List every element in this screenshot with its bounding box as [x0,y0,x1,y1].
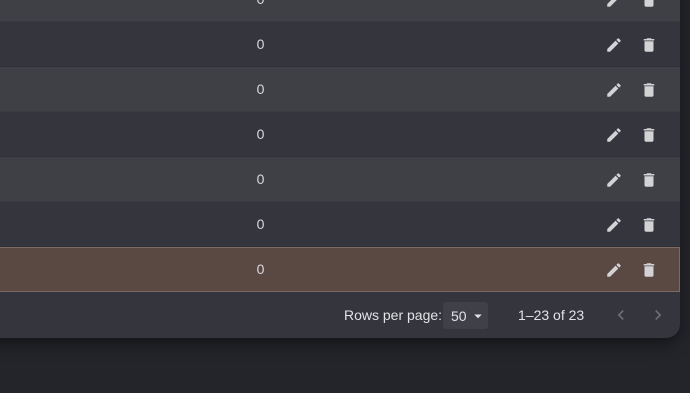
delete-button[interactable] [637,213,661,237]
edit-button[interactable] [602,213,626,237]
edit-button[interactable] [602,123,626,147]
pencil-icon [607,263,621,277]
chevron-right-icon [655,310,662,320]
trash-icon [643,38,655,52]
edit-button[interactable] [602,78,626,102]
rows-per-page-value: 50 [451,307,467,324]
edit-button[interactable] [602,168,626,192]
pencil-icon [607,0,617,7]
pagination-range: 1–23 of 23 [518,307,585,323]
pencil-icon [607,128,621,142]
delete-button[interactable] [637,78,661,102]
pencil-icon [607,218,621,232]
trash-icon [643,173,655,187]
next-page-button[interactable] [646,303,670,327]
delete-button[interactable] [637,0,661,12]
table-row[interactable]: 0 [0,22,680,67]
table-pagination: Rows per page: 50 1–23 of 23 [0,292,680,338]
delete-button[interactable] [637,33,661,57]
table-body: 0 0 0 0 0 0 [0,0,680,292]
table-row[interactable]: 0 [0,0,680,22]
caret-down-icon [473,314,482,318]
cell-value: 0 [256,216,265,232]
table-row[interactable]: 0 [0,112,680,157]
cell-value: 0 [256,126,265,142]
delete-button[interactable] [637,258,661,282]
trash-icon [643,128,655,142]
table-row-selected[interactable]: 0 [0,247,680,292]
chevron-left-icon [617,310,624,320]
delete-button[interactable] [637,123,661,147]
edit-button[interactable] [602,33,626,57]
pencil-icon [607,83,621,97]
trash-icon [643,218,655,232]
table-card: 0 0 0 0 0 0 Rows per page: 50 1–23 of 23 [0,0,680,338]
cell-value: 0 [250,0,271,22]
edit-button[interactable] [602,0,626,12]
pencil-icon [607,38,621,52]
rows-per-page-select[interactable]: 50 [443,302,488,329]
table-row[interactable]: 0 [0,157,680,202]
trash-icon [643,83,655,97]
rows-per-page-label: Rows per page: [344,307,443,323]
trash-icon [644,0,654,7]
cell-value: 0 [256,36,265,52]
delete-button[interactable] [637,168,661,192]
previous-page-button[interactable] [609,303,633,327]
trash-icon [643,263,655,277]
cell-value: 0 [256,171,265,187]
pencil-icon [607,173,621,187]
edit-button[interactable] [602,258,626,282]
table-row[interactable]: 0 [0,67,680,112]
cell-value: 0 [256,81,265,97]
cell-value: 0 [256,261,265,277]
table-row[interactable]: 0 [0,202,680,247]
